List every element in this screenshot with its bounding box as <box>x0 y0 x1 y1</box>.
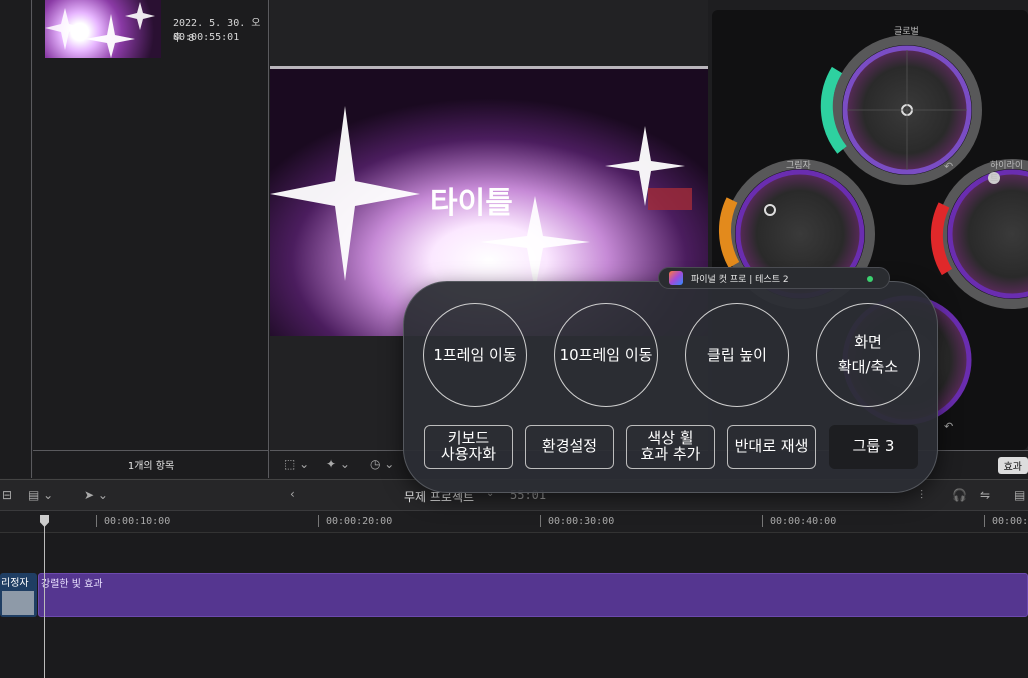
clip-purple[interactable]: 강렬한 빛 효과 <box>38 573 1028 617</box>
timecode-30: 00:00:30:00 <box>548 516 615 527</box>
panel-title-bar[interactable]: 파이널 컷 프로 | 테스트 2 <box>658 267 890 289</box>
magic-wand-icon[interactable]: ✦ ⌄ <box>326 457 350 471</box>
title-overlay: 타이틀 <box>430 186 513 221</box>
wheel-label-master: 글로벌 <box>894 27 919 37</box>
clip-blue[interactable]: 리정자 <box>0 573 37 617</box>
zoom-line1: 화면 <box>854 333 882 352</box>
speed-icon[interactable]: ◷ ⌄ <box>370 457 394 471</box>
timecode-10: 00:00:10:00 <box>104 516 171 527</box>
audio-meter-icon[interactable]: ⫶ <box>920 488 923 503</box>
panel-title: 파이널 컷 프로 | 테스트 2 <box>691 274 789 285</box>
preferences-button[interactable]: 환경설정 <box>525 425 614 469</box>
clip-appearance-icon[interactable]: ▤ ⌄ <box>28 488 53 502</box>
timeline-ruler[interactable]: 00:00:10:00 00:00:20:00 00:00:30:00 00:0… <box>0 511 1028 533</box>
timeline-tracks[interactable]: 리정자 강렬한 빛 효과 <box>0 533 1028 678</box>
zoom-button[interactable]: 화면 확대/축소 <box>816 303 920 407</box>
group-3-button[interactable]: 그룹 3 <box>829 425 918 469</box>
sidebar-strip <box>0 0 32 478</box>
transform-icon[interactable]: ⬚ ⌄ <box>284 457 309 471</box>
wheel-label-shadows: 그림자 <box>786 161 811 171</box>
sparkle-image <box>45 2 155 58</box>
clip-blue-thumb <box>2 591 34 615</box>
back-icon[interactable]: ‹ <box>290 487 295 501</box>
timecode-40: 00:00:40:00 <box>770 516 837 527</box>
svg-text:↶: ↶ <box>944 420 953 433</box>
ten-frame-move-button[interactable]: 10프레임 이동 <box>554 303 658 407</box>
color-wheel-effect-button[interactable]: 색상 휠 효과 추가 <box>626 425 715 469</box>
keyboard-line2: 사용자화 <box>440 445 497 463</box>
keyboard-customize-button[interactable]: 키보드 사용자화 <box>424 425 513 469</box>
final-cut-icon <box>669 271 683 285</box>
select-tool-icon[interactable]: ➤ ⌄ <box>84 488 108 502</box>
timecode-50: 00:00:5 <box>992 516 1028 527</box>
item-count: 1개의 항목 <box>33 450 269 478</box>
append-icon[interactable]: ⊟ <box>2 488 12 502</box>
playhead[interactable] <box>44 515 45 678</box>
clip-thumbnail[interactable] <box>45 0 161 58</box>
clip-purple-label: 강렬한 빛 효과 <box>41 579 103 590</box>
effects-button[interactable]: 효과 <box>997 457 1028 474</box>
one-frame-move-button[interactable]: 1프레임 이동 <box>423 303 527 407</box>
clip-height-button[interactable]: 클립 높이 <box>685 303 789 407</box>
wheel-label-highlights: 하이라이트 <box>990 161 1024 184</box>
timecode-20: 00:00:20:00 <box>326 516 393 527</box>
snapping-icon[interactable]: ⇋ <box>980 488 990 502</box>
clip-blue-label: 리정자 <box>1 578 29 589</box>
status-dot-icon <box>867 276 873 282</box>
macro-panel: 1프레임 이동 10프레임 이동 클립 높이 화면 확대/축소 키보드 사용자화… <box>403 281 938 493</box>
color-line2: 효과 추가 <box>640 445 701 463</box>
zoom-line2: 확대/축소 <box>837 358 899 376</box>
index-icon[interactable]: ▤ <box>1014 488 1025 502</box>
browser-pane: 2022. 5. 30. 오후 8 00:00:55:01 1개의 항목 <box>33 0 269 478</box>
svg-text:↶: ↶ <box>944 160 953 173</box>
reverse-play-button[interactable]: 반대로 재생 <box>727 425 816 469</box>
clip-duration: 00:00:55:01 <box>173 32 240 43</box>
headphones-icon[interactable]: 🎧 <box>952 488 967 502</box>
